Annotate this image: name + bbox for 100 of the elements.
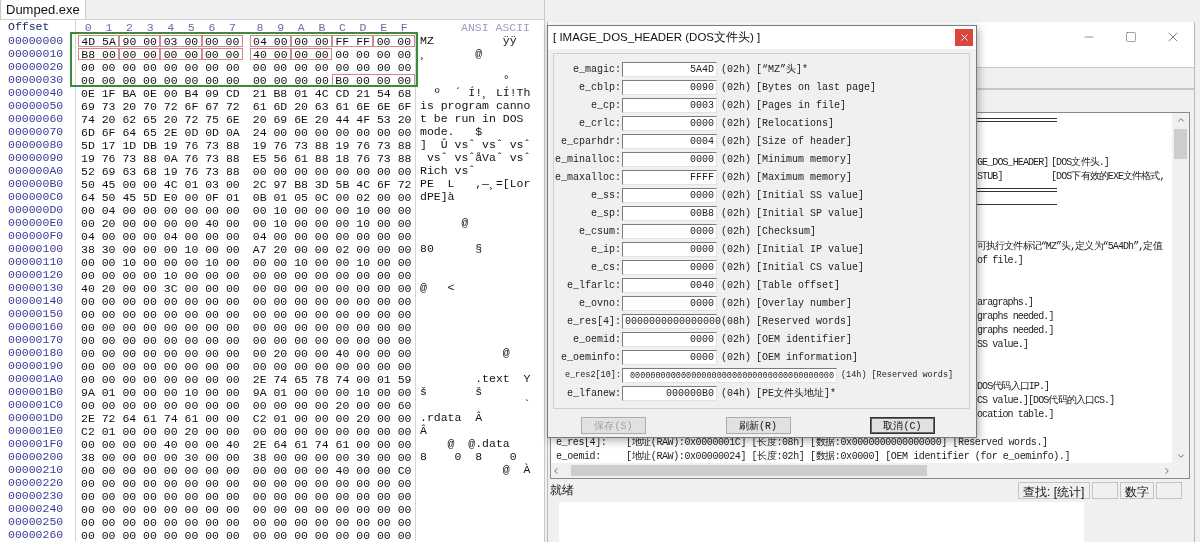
hex-bytes: 00 00 00 00 00 00 00 00	[251, 333, 413, 346]
file-tab[interactable]: Dumped.exe	[0, 0, 86, 19]
vertical-scrollbar[interactable]	[1172, 113, 1189, 463]
offset-label: 00000210	[8, 463, 64, 476]
hex-bytes: 00 00 00 00 00 00 00 00	[251, 294, 413, 307]
ascii-text: `	[522, 398, 531, 411]
offset-label: 000001C0	[8, 398, 64, 411]
field-label: e_ss:	[590, 189, 622, 201]
hex-bytes: 00 00 00 00 20 00 00 60	[251, 398, 413, 411]
ascii-text: ¸ @	[420, 47, 483, 60]
field-description: [Initial SS value]	[756, 189, 865, 201]
offset-label: 000000B0	[8, 177, 64, 190]
hex-bytes: 00 00 00 00 00 00 00 00	[251, 320, 413, 333]
hex-bytes: 03 00	[160, 34, 202, 47]
input-field[interactable]: 0000	[622, 223, 717, 239]
hex-bytes: 20 69 6E 20 44 4F 53 20	[251, 112, 413, 125]
offset-label: 00000110	[8, 255, 64, 268]
offset-label: 000000E0	[8, 216, 64, 229]
chevron-left-icon[interactable]	[551, 465, 561, 476]
hex-bytes: C2 01 00 00 00 20 00 00	[251, 411, 413, 424]
input-field[interactable]: 0000000000000000000000000000000000000000	[622, 367, 837, 383]
horizontal-scrollbar[interactable]	[551, 463, 1189, 478]
hex-bytes: 38 00 00 00 00 30 00 00	[251, 450, 413, 463]
dialog-button[interactable]: 取消(C)	[870, 417, 935, 434]
close-button[interactable]	[955, 29, 973, 46]
ascii-text: ] Û vsˆ vsˆ vsˆ	[420, 138, 531, 151]
field-size: (02h)	[721, 207, 751, 219]
hex-bytes: 00 00 00 00 40 00 00 40	[80, 437, 241, 450]
offset-label: 000001E0	[8, 424, 64, 437]
offset-label: 00000000	[8, 34, 64, 47]
field-label: e_oeminfo:	[560, 351, 622, 363]
field-description: [OEM information]	[756, 351, 859, 363]
hex-bytes: 00 00 00 00 00 00 00 00	[251, 502, 413, 515]
hex-bytes: 4D 5A	[78, 34, 120, 47]
input-field[interactable]: 0000	[622, 331, 717, 347]
offset-label: 00000080	[8, 138, 64, 151]
chevron-up-icon[interactable]	[1175, 115, 1186, 125]
info-text: e_oemid:	[556, 450, 602, 462]
hex-bytes: 2E 74 65 78 74 00 01 59	[251, 372, 413, 385]
field-label: e_csum:	[578, 225, 622, 237]
hex-bytes: 00 00 00 00 00 00 00 00	[80, 489, 241, 502]
ascii-text: PE L ,—¸=[Lor	[420, 177, 531, 190]
offset-heading: Offset	[8, 20, 50, 33]
input-field[interactable]: 0000	[622, 241, 717, 257]
field-description: [OEM identifier]	[756, 333, 853, 345]
hex-bytes: 19 76 73 88 0A 76 73 88	[80, 151, 241, 164]
input-field[interactable]: 000000B0	[622, 385, 717, 401]
input-field[interactable]: 0004	[622, 133, 717, 149]
input-field[interactable]: 0000	[622, 349, 717, 365]
hex-bytes: 00 00	[160, 47, 202, 60]
input-field[interactable]: 0090	[622, 79, 717, 95]
field-size: (02h)	[721, 171, 751, 183]
scrollbar-thumb[interactable]	[571, 465, 927, 476]
field-size: (02h)	[721, 135, 751, 147]
offset-label: 000000C0	[8, 190, 64, 203]
field-description: [Initial SP value]	[756, 207, 865, 219]
offset-label: 00000070	[8, 125, 64, 138]
dialog-button[interactable]: 刷新(R)	[725, 417, 791, 434]
hex-bytes: 5D 17 1D DB 19 76 73 88	[80, 138, 241, 151]
column-label: A	[296, 20, 306, 34]
info-text: STUB]	[977, 170, 1004, 182]
input-field[interactable]: 0040	[622, 277, 717, 293]
input-field[interactable]: 0000	[622, 187, 717, 203]
input-field[interactable]: 0000	[622, 115, 717, 131]
offset-label: 000001B0	[8, 385, 64, 398]
hex-bytes: 00 00 00 00 00 00 00 00	[251, 60, 413, 73]
input-field[interactable]: FFFF	[622, 169, 717, 185]
hex-bytes: B0 00 00 00	[332, 73, 415, 86]
field-label: e_cs:	[590, 261, 622, 273]
hex-bytes: 00 00 00 00 00 00 00 00	[80, 60, 241, 73]
info-text: aragraphs.]	[977, 296, 1034, 308]
offset-label: 000000D0	[8, 203, 64, 216]
input-field[interactable]: 0000	[622, 151, 717, 167]
offset-label: 000001A0	[8, 372, 64, 385]
offset-label: 00000100	[8, 242, 64, 255]
chevron-right-icon[interactable]	[1162, 465, 1172, 476]
input-field[interactable]: 00B8	[622, 205, 717, 221]
offset-label: 00000140	[8, 294, 64, 307]
status-panel: 数字	[1120, 482, 1154, 499]
hex-bytes: 2E 72 64 61 74 61 00 00	[80, 411, 241, 424]
offset-label: 00000250	[8, 515, 64, 528]
hex-bytes: 6D 6F 64 65 2E 0D 0D 0A	[80, 125, 241, 138]
ascii-text: Â	[420, 424, 427, 437]
chevron-down-icon[interactable]	[1175, 451, 1186, 461]
field-description: [“MZ”头]*	[756, 62, 809, 76]
hex-bytes: FF FF	[332, 34, 374, 47]
info-text: graphs needed.]	[977, 310, 1054, 322]
offset-label: 000000A0	[8, 164, 64, 177]
scrollbar-thumb[interactable]	[1174, 129, 1187, 159]
input-field[interactable]: 5A4D	[622, 61, 717, 77]
offset-label: 00000170	[8, 333, 64, 346]
input-field[interactable]: 0003	[622, 97, 717, 113]
field-description: [Checksum]	[756, 225, 817, 237]
hex-bytes: 19 76 73 88 19 76 73 88	[251, 138, 413, 151]
column-label: 7	[228, 20, 237, 34]
hex-bytes: 00 00 00 00 00 00 00 00	[251, 268, 413, 281]
input-field[interactable]: 0000	[622, 259, 717, 275]
hex-bytes: 69 73 20 70 72 6F 67 72	[80, 99, 241, 112]
input-field[interactable]: 0000	[622, 295, 717, 311]
field-label: e_sp:	[590, 207, 622, 219]
